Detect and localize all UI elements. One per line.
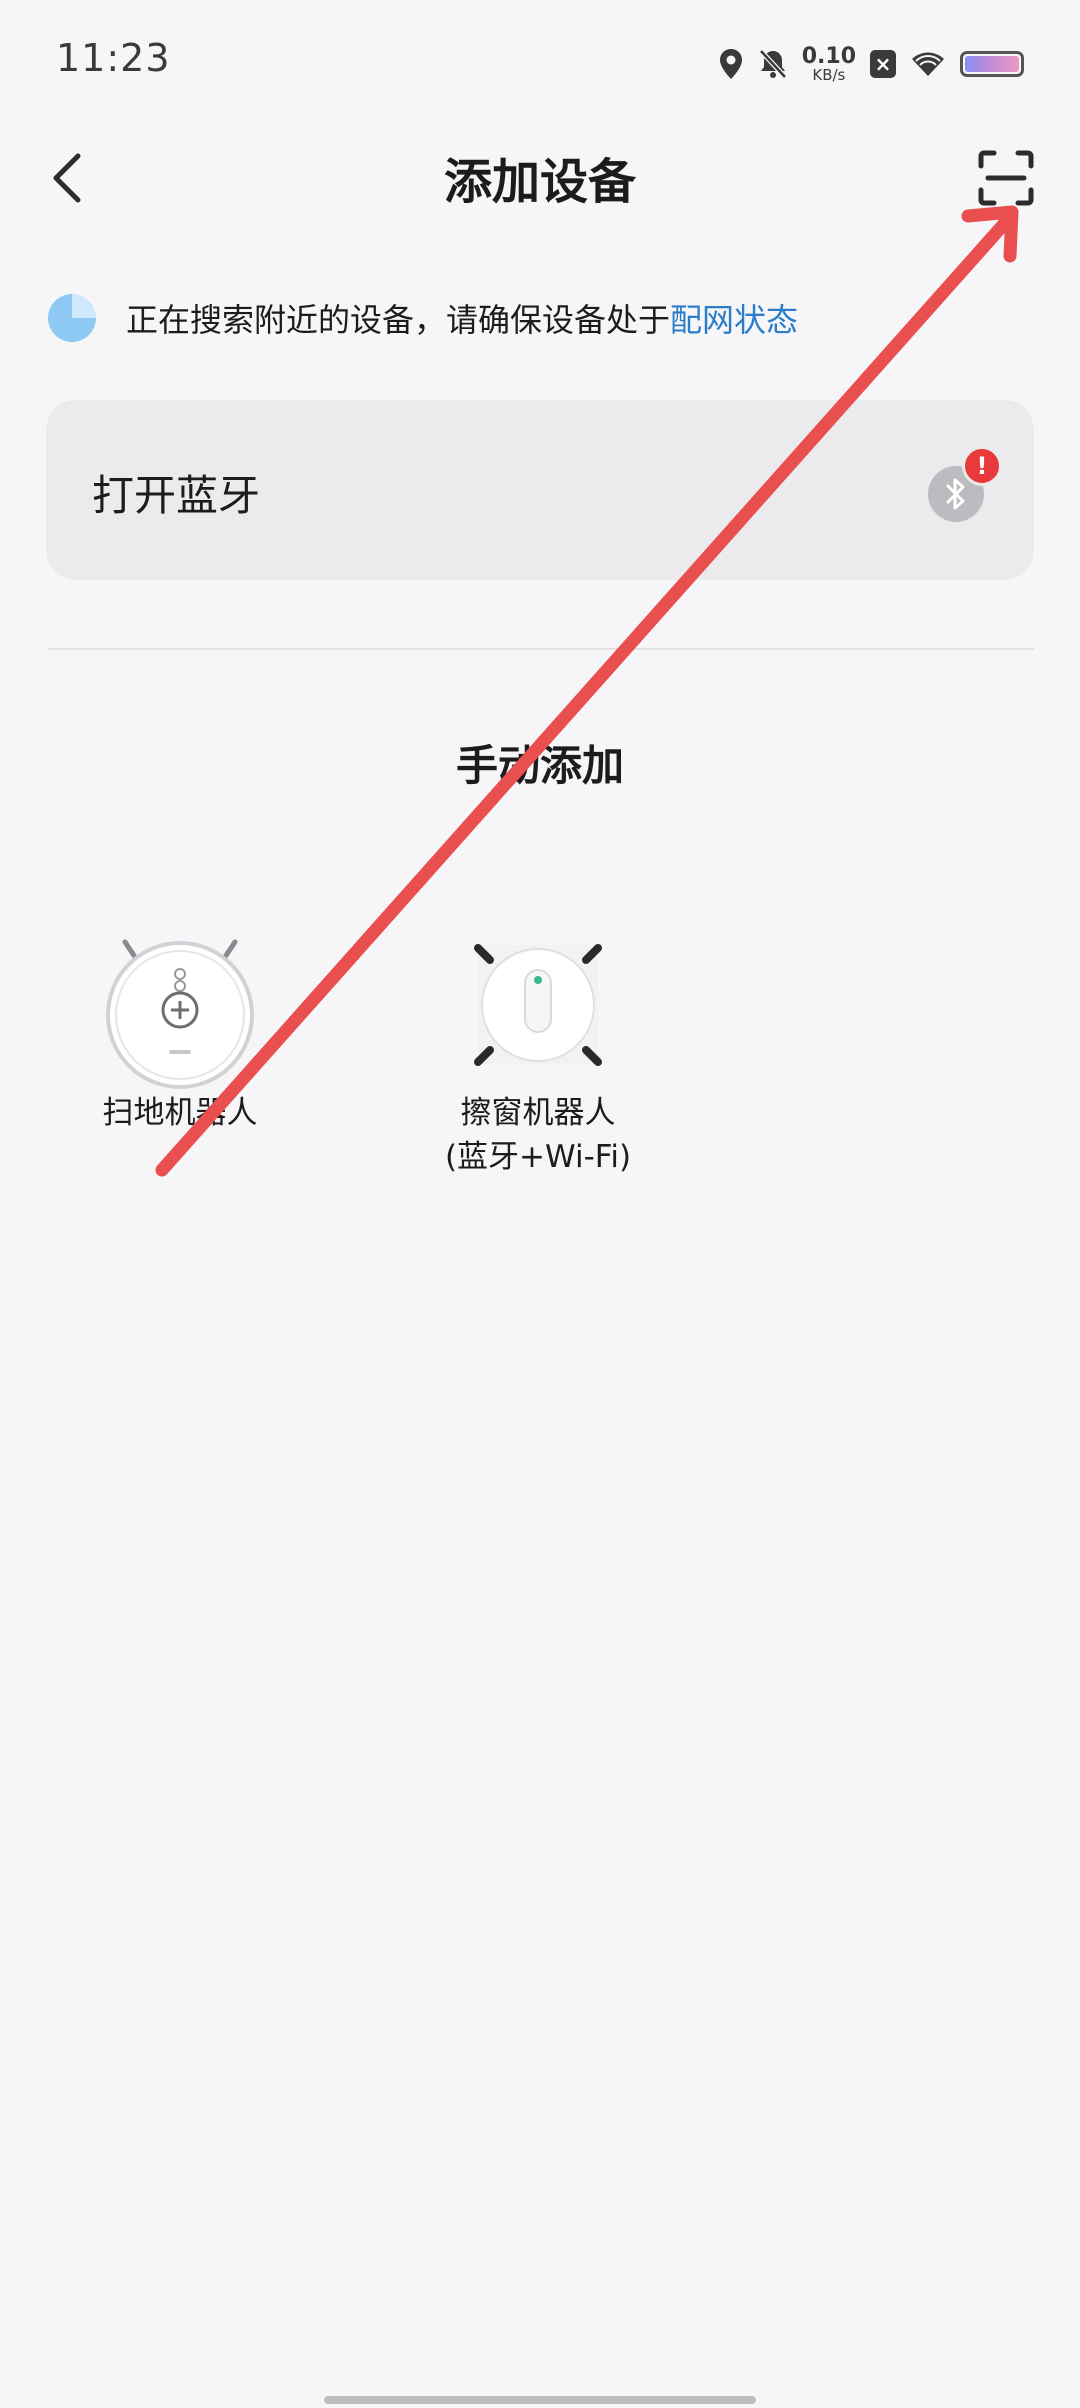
scan-frame-icon	[978, 150, 1034, 206]
manual-add-title: 手动添加	[455, 741, 624, 790]
status-time: 11:23	[56, 36, 171, 80]
divider	[48, 648, 1034, 650]
open-bluetooth-card[interactable]: 打开蓝牙 !	[46, 400, 1034, 580]
window-robot-icon	[474, 944, 602, 1066]
mute-bell-icon	[758, 49, 787, 79]
robot-vacuum-icon	[106, 939, 254, 1089]
open-bluetooth-label: 打开蓝牙	[92, 471, 261, 520]
bluetooth-status: !	[928, 446, 1002, 522]
page-title: 添加设备	[443, 154, 636, 210]
net-speed-unit: KB/s	[812, 65, 846, 84]
device-window-robot[interactable]: 擦窗机器人 (蓝牙+Wi-Fi)	[408, 930, 668, 1178]
wifi-icon	[912, 52, 944, 76]
home-indicator[interactable]	[324, 2396, 756, 2404]
sim-blocked-icon: ×	[870, 50, 896, 78]
status-icons: 0.10 KB/s ×	[718, 40, 1024, 88]
device-name-line2: (蓝牙+Wi-Fi)	[444, 1139, 632, 1175]
header: 添加设备	[0, 130, 1080, 226]
net-speed: 0.10 KB/s	[801, 43, 856, 84]
searching-spinner-icon	[48, 294, 96, 342]
pairing-mode-link[interactable]: 配网状态	[670, 295, 798, 341]
search-status: 正在搜索附近的设备，请确保设备处于 配网状态	[48, 290, 1048, 346]
net-speed-value: 0.10	[801, 43, 856, 69]
annotation-arrow	[155, 205, 1019, 1177]
status-bar: 11:23 0.10 KB/s ×	[0, 0, 1080, 130]
device-robot-vacuum[interactable]: 扫地机器人	[50, 930, 310, 1134]
location-icon	[719, 49, 742, 79]
scan-button[interactable]	[968, 140, 1044, 216]
device-name: 扫地机器人	[102, 1095, 258, 1131]
search-status-text: 正在搜索附近的设备，请确保设备处于	[126, 301, 671, 339]
battery-icon	[960, 51, 1024, 77]
device-name-line1: 擦窗机器人	[460, 1095, 616, 1131]
alert-badge-icon: !	[962, 446, 1002, 486]
